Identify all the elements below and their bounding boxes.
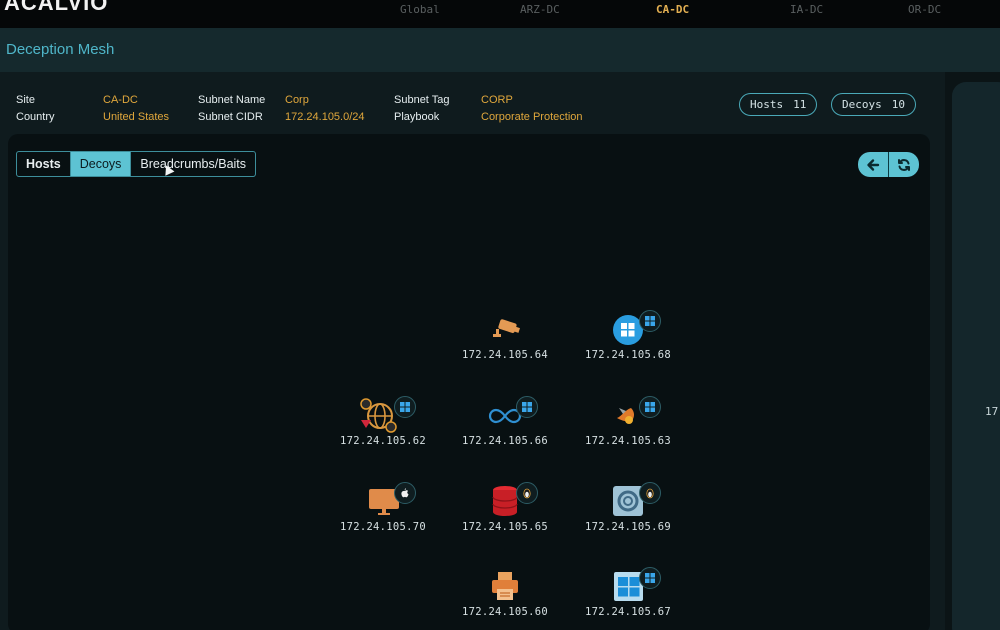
nav-tab-ia-dc[interactable]: IA-DC [790,3,823,16]
windows-os-badge [639,310,661,332]
site-label: Site [16,94,35,106]
refresh-icon [897,158,910,171]
mesh-canvas [8,134,930,630]
decoy-ip: 172.24.105.69 [584,521,672,533]
subnet-tag-value: CORP [481,94,513,106]
windows-logo-icon [645,573,655,583]
decoy-node[interactable]: 172.24.105.67 [573,567,683,629]
arrow-left-icon [867,158,880,171]
decoy-ip: 172.24.105.67 [584,606,672,618]
title-band: Deception Mesh [0,28,1000,72]
decoys-count-pill[interactable]: Decoys 10 [831,93,916,116]
windows-logo-icon [400,402,410,412]
decoy-ip: 172.24.105.60 [461,606,549,618]
subnet-cidr-label: Subnet CIDR [198,111,263,123]
decoy-ip: 172.24.105.68 [584,349,672,361]
decoy-node[interactable]: 172.24.105.64 [450,310,560,372]
decoy-ip: 172.24.105.64 [461,349,549,361]
decoy-node[interactable]: 172.24.105.63 [573,396,683,458]
subnet-tag-label: Subnet Tag [394,94,450,106]
tab-decoys[interactable]: Decoys [70,152,132,176]
decoy-node[interactable]: 172.24.105.66 [450,396,560,458]
subnet-name-value: Corp [285,94,309,106]
decoy-node[interactable]: 172.24.105.60 [450,567,560,629]
windows-os-badge [639,396,661,418]
windows-logo-icon [645,316,655,326]
decoy-node[interactable]: 172.24.105.69 [573,482,683,544]
decoy-node[interactable]: 172.24.105.62 [328,396,438,458]
decoy-node[interactable]: 172.24.105.65 [450,482,560,544]
decoy-ip: 172.24.105.70 [339,521,427,533]
linux-os-badge [516,482,538,504]
apple-os-badge [394,482,416,504]
refresh-button[interactable] [888,152,918,177]
apple-logo-icon [401,488,409,498]
nav-tab-arz-dc[interactable]: ARZ-DC [520,3,560,16]
decoy-node[interactable]: 172.24.105.68 [573,310,683,372]
hosts-count-pill[interactable]: Hosts 11 [739,93,818,116]
windows-logo-icon [645,402,655,412]
subnet-name-label: Subnet Name [198,94,266,106]
linux-tux-icon [646,488,654,499]
camera-icon [488,312,522,346]
globe-services-icon [356,398,400,433]
nav-tab-global[interactable]: Global [400,3,440,16]
view-tabs: Hosts Decoys Breadcrumbs/Baits [16,151,257,177]
decoy-ip: 172.24.105.65 [461,521,549,533]
country-value: United States [103,111,170,123]
tab-breadcrumbs-baits[interactable]: Breadcrumbs/Baits [131,152,255,176]
hosts-count: 11 [793,98,807,111]
nav-tab-or-dc[interactable]: OR-DC [908,3,941,16]
decoys-count: 10 [891,98,905,111]
tab-hosts[interactable]: Hosts [17,152,71,176]
app-logo: ACALVIO [4,0,109,15]
site-value: CA-DC [103,94,138,106]
canvas-controls [858,152,919,177]
playbook-value: Corporate Protection [481,111,583,123]
top-nav: ACALVIO Global ARZ-DC CA-DC IA-DC OR-DC [0,0,1000,28]
side-panel-text: 17 [985,405,999,418]
side-panel [952,82,1000,630]
country-label: Country [16,111,55,123]
windows-logo-icon [522,402,532,412]
windows-os-badge [394,396,416,418]
decoy-node[interactable]: 172.24.105.70 [328,482,438,544]
page-title: Deception Mesh [6,41,115,58]
linux-os-badge [639,482,661,504]
decoy-ip: 172.24.105.66 [461,435,549,447]
decoys-label: Decoys [842,98,882,111]
decoy-ip: 172.24.105.63 [584,435,672,447]
decoy-ip: 172.24.105.62 [339,435,427,447]
hosts-label: Hosts [750,98,784,111]
printer-icon [488,569,522,603]
linux-tux-icon [523,488,531,499]
windows-os-badge [516,396,538,418]
playbook-label: Playbook [394,111,440,123]
subnet-cidr-value: 172.24.105.0/24 [285,111,365,123]
back-button[interactable] [858,152,888,177]
nav-tab-ca-dc[interactable]: CA-DC [656,3,689,16]
windows-os-badge [639,567,661,589]
